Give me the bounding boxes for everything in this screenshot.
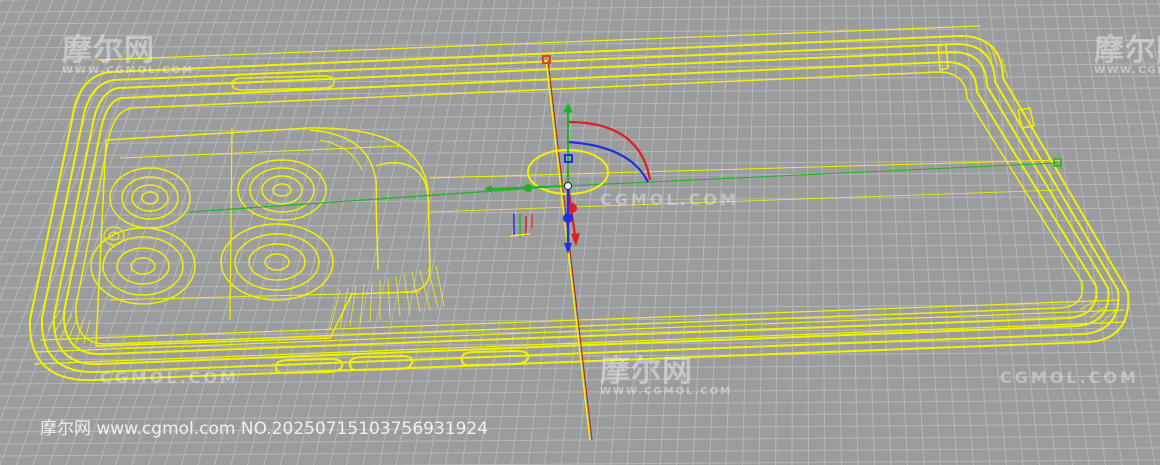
footer-watermark-id: 摩尔网 www.cgmol.com NO.2025071510375693192… xyxy=(40,419,489,439)
watermark-url: CGMOL.COM xyxy=(100,368,239,387)
watermark-url: CGMOL.COM xyxy=(600,190,739,209)
rhino-viewport[interactable]: 摩尔网 WWW.CGMOL.COM 摩尔网 WWW.CGMOL.COM 摩尔网 … xyxy=(0,0,1160,465)
viewport-canvas[interactable] xyxy=(0,0,1160,465)
watermark-url: CGMOL.COM xyxy=(1000,368,1139,387)
